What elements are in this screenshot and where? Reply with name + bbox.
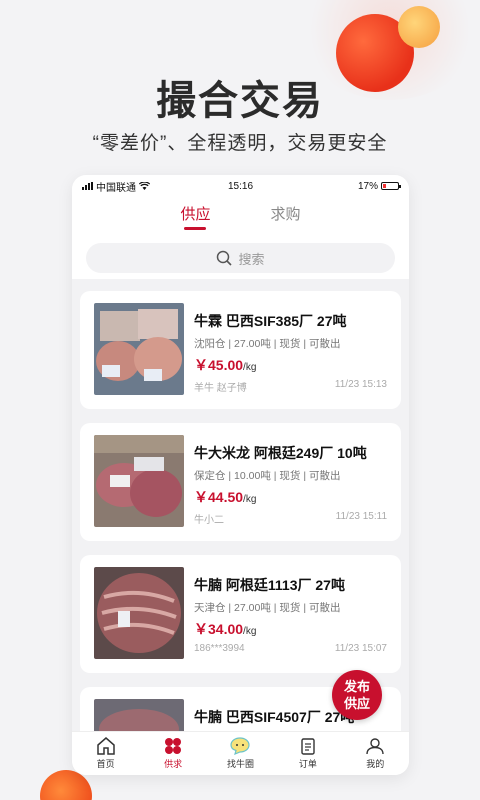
listing-price: ￥45.00/kg bbox=[194, 355, 256, 375]
supply-demand-icon bbox=[165, 738, 182, 754]
carrier-label: 中国联通 bbox=[96, 182, 136, 194]
phone-screen: 中国联通 15:16 17% 供应 求购 搜索 牛霖 巴西SIF385厂 27吨… bbox=[72, 175, 409, 775]
listing-meta: 保定仓 | 10.00吨 | 现货 | 可散出 bbox=[194, 470, 341, 482]
listing-price: ￥44.50/kg bbox=[194, 487, 256, 507]
listing-title: 牛大米龙 阿根廷249厂 10吨 bbox=[194, 445, 367, 461]
nav-circle-label: 找牛圈 bbox=[226, 759, 254, 769]
publish-label-line1: 发布 bbox=[343, 679, 370, 694]
listing-seller: 羊牛 赵子博 bbox=[194, 383, 247, 394]
nav-home[interactable]: 首页 bbox=[76, 737, 136, 770]
listing-price: ￥34.00/kg bbox=[194, 619, 256, 639]
publish-label-line2: 供应 bbox=[343, 696, 370, 711]
status-bar: 中国联通 15:16 17% bbox=[72, 175, 409, 197]
listing-time: 11/23 15:11 bbox=[335, 511, 387, 522]
price-value: ￥34.00 bbox=[194, 621, 244, 637]
search-icon bbox=[217, 250, 233, 266]
listing-card[interactable]: 牛霖 巴西SIF385厂 27吨 沈阳仓 | 27.00吨 | 现货 | 可散出… bbox=[80, 291, 401, 409]
listing-meta: 沈阳仓 | 27.00吨 | 现货 | 可散出 bbox=[194, 338, 341, 350]
search-input[interactable]: 搜索 bbox=[86, 243, 395, 273]
decorative-yellow-circle bbox=[398, 6, 440, 48]
listing-time: 11/23 15:07 bbox=[334, 643, 387, 654]
home-icon bbox=[96, 737, 115, 755]
listing-seller: 186***3994 bbox=[194, 643, 245, 654]
listing-seller: 牛小二 bbox=[194, 515, 224, 526]
nav-orders[interactable]: 订单 bbox=[278, 737, 338, 770]
tab-supply[interactable]: 供应 bbox=[180, 203, 211, 230]
nav-mine[interactable]: 我的 bbox=[345, 737, 405, 770]
promo-subline: “零差价”、全程透明，交易更安全 bbox=[92, 133, 388, 154]
battery-icon bbox=[381, 182, 401, 190]
price-value: ￥45.00 bbox=[194, 357, 244, 373]
listing-title: 牛腩 阿根廷1113厂 27吨 bbox=[194, 577, 345, 593]
price-value: ￥44.50 bbox=[194, 489, 244, 505]
nav-supply-demand-label: 供求 bbox=[164, 759, 183, 769]
listing-meta: 天津仓 | 27.00吨 | 现货 | 可散出 bbox=[194, 602, 341, 614]
nav-orders-label: 订单 bbox=[298, 759, 317, 769]
price-unit: /kg bbox=[243, 626, 257, 637]
nav-home-label: 首页 bbox=[96, 759, 115, 769]
user-icon bbox=[366, 738, 384, 755]
listing-title: 牛腩 巴西SIF4507厂 27吨 bbox=[194, 709, 355, 725]
product-image bbox=[94, 435, 184, 527]
search-placeholder: 搜索 bbox=[238, 251, 265, 267]
chat-bubble-icon bbox=[230, 737, 251, 755]
nav-circle[interactable]: 找牛圈 bbox=[210, 737, 270, 770]
listing-card[interactable]: 牛大米龙 阿根廷249厂 10吨 保定仓 | 10.00吨 | 现货 | 可散出… bbox=[80, 423, 401, 541]
tab-demand[interactable]: 求购 bbox=[271, 203, 301, 230]
price-unit: /kg bbox=[243, 494, 257, 505]
listing-title: 牛霖 巴西SIF385厂 27吨 bbox=[194, 313, 347, 329]
wifi-icon bbox=[139, 182, 150, 190]
signal-icon bbox=[82, 182, 93, 190]
product-image bbox=[94, 567, 184, 659]
nav-mine-label: 我的 bbox=[366, 759, 385, 769]
listing-card[interactable]: 牛腩 阿根廷1113厂 27吨 天津仓 | 27.00吨 | 现货 | 可散出 … bbox=[80, 555, 401, 673]
bottom-nav: 首页 供求 找牛圈 订单 我的 bbox=[72, 731, 409, 775]
publish-supply-button[interactable]: 发布 供应 bbox=[332, 670, 382, 720]
price-unit: /kg bbox=[243, 362, 257, 373]
listing-time: 11/23 15:13 bbox=[334, 379, 387, 390]
tabs-header: 供应 求购 搜索 bbox=[72, 197, 409, 279]
status-time: 15:16 bbox=[227, 180, 254, 192]
order-clipboard-icon bbox=[301, 738, 315, 755]
promo-headline: 撮合交易 bbox=[156, 79, 324, 123]
battery-percent: 17% bbox=[357, 180, 378, 192]
product-image bbox=[94, 303, 184, 395]
nav-supply-demand[interactable]: 供求 bbox=[143, 737, 203, 770]
